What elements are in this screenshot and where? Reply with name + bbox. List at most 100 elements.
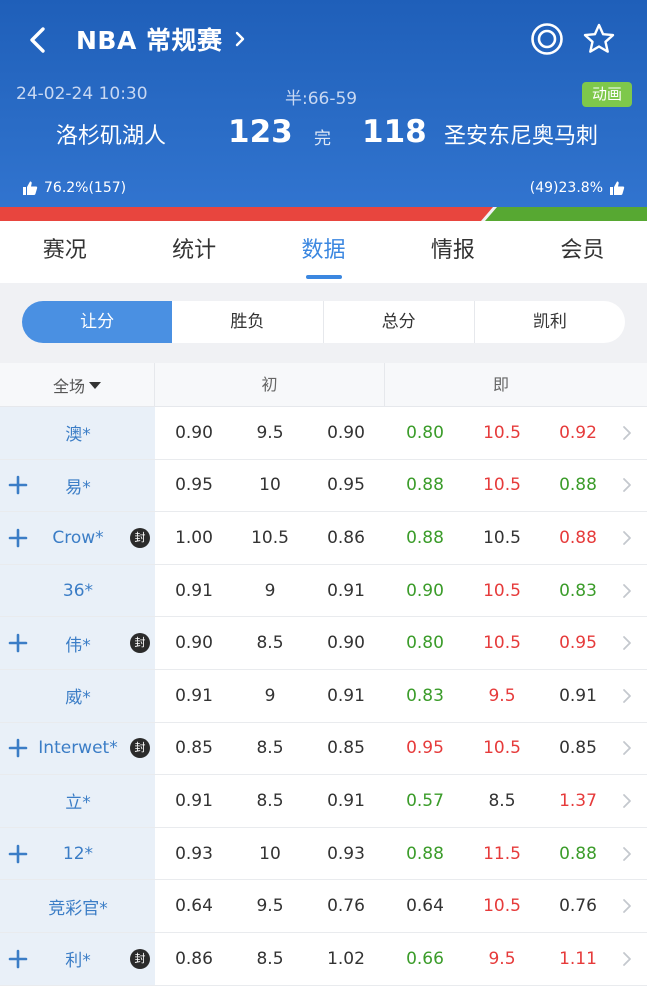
table-row[interactable]: Interwet* 封 0.85 8.5 0.85 0.95 10.5 0.85 <box>0 722 647 776</box>
away-team-name[interactable]: 圣安东尼奥马刺 <box>444 118 598 150</box>
chevron-right-icon <box>623 688 631 703</box>
company-name: 36* <box>62 580 94 601</box>
segment-moneyline[interactable]: 胜负 <box>172 301 324 343</box>
plus-icon[interactable] <box>8 738 28 758</box>
segment-handicap[interactable]: 让分 <box>22 301 173 343</box>
live-odds-3: 0.76 <box>559 896 597 917</box>
initial-odds-1: 0.85 <box>175 738 213 759</box>
company-name: 12* <box>62 843 94 864</box>
initial-odds-3: 0.91 <box>327 580 365 601</box>
live-odds-1: 0.90 <box>406 580 444 601</box>
initial-odds-2: 8.5 <box>256 948 284 969</box>
table-row[interactable]: 36* 0.91 9 0.91 0.90 10.5 0.83 <box>0 564 647 618</box>
chevron-right-icon <box>623 425 631 440</box>
live-odds-3: 0.91 <box>559 685 597 706</box>
live-odds-1: 0.83 <box>406 685 444 706</box>
scope-dropdown[interactable]: 全场 <box>0 363 155 407</box>
chevron-right-icon <box>623 951 631 966</box>
table-row[interactable]: 威* 0.91 9 0.91 0.83 9.5 0.91 <box>0 670 647 723</box>
home-team-name[interactable]: 洛杉矶湖人 <box>56 118 166 150</box>
plus-icon[interactable] <box>8 475 28 495</box>
table-row[interactable]: 12* 0.93 10 0.93 0.88 11.5 0.88 <box>0 827 647 881</box>
live-odds-3: 0.88 <box>559 843 597 864</box>
away-vote-button[interactable]: (49)23.8% <box>530 180 625 196</box>
live-odds-1: 0.95 <box>406 738 444 759</box>
table-row[interactable]: 立* 0.91 8.5 0.91 0.57 8.5 1.37 <box>0 775 647 828</box>
company-name: Crow* <box>52 527 104 548</box>
live-odds-1: 0.66 <box>406 948 444 969</box>
header-live: 即 <box>492 375 509 394</box>
initial-odds-1: 0.90 <box>175 633 213 654</box>
home-vote-text: 76.2%(157) <box>44 180 127 196</box>
live-odds-2: 10.5 <box>483 422 521 443</box>
plus-icon[interactable] <box>8 844 28 864</box>
live-odds-1: 0.88 <box>406 475 444 496</box>
home-vote-button[interactable]: 76.2%(157) <box>22 180 126 196</box>
initial-odds-1: 1.00 <box>175 527 213 548</box>
live-odds-3: 0.83 <box>559 580 597 601</box>
company-name: 威* <box>65 688 91 709</box>
chevron-left-icon <box>30 27 45 53</box>
halftime-score: 半:66-59 <box>285 89 358 109</box>
live-odds-2: 10.5 <box>483 475 521 496</box>
initial-odds-3: 0.76 <box>327 896 365 917</box>
league-title: NBA 常规赛 <box>76 26 223 55</box>
table-row[interactable]: 利* 封 0.86 8.5 1.02 0.66 9.5 1.11 <box>0 933 647 986</box>
table-row[interactable]: 伟* 封 0.90 8.5 0.90 0.80 10.5 0.95 <box>0 617 647 670</box>
plus-icon[interactable] <box>8 949 28 969</box>
chevron-right-icon <box>623 636 631 651</box>
live-odds-3: 0.88 <box>559 475 597 496</box>
tab-match[interactable]: 赛况 <box>0 221 129 283</box>
top-bar: NBA 常规赛 <box>0 0 647 78</box>
table-header: 全场 初 即 <box>0 363 647 407</box>
sealed-badge: 封 <box>130 527 150 548</box>
live-odds-2: 11.5 <box>483 843 521 864</box>
chevron-right-icon <box>623 846 631 861</box>
main-tabs: 赛况 统计 数据 情报 会员 <box>0 221 647 283</box>
initial-odds-2: 10.5 <box>251 527 289 548</box>
league-title-button[interactable]: NBA 常规赛 <box>76 20 249 58</box>
initial-odds-2: 10 <box>259 475 281 496</box>
initial-odds-2: 9.5 <box>256 422 284 443</box>
match-header: NBA 常规赛 24-02-24 10:30 半:66-59 动画 洛杉矶湖人 … <box>0 0 647 207</box>
star-icon[interactable] <box>581 21 617 57</box>
company-name: Interwet* <box>38 738 118 759</box>
table-row[interactable]: Crow* 封 1.00 10.5 0.86 0.88 10.5 0.88 <box>0 512 647 565</box>
plus-icon[interactable] <box>8 528 28 548</box>
away-vote-text: (49)23.8% <box>529 180 603 196</box>
initial-odds-3: 0.85 <box>327 738 365 759</box>
table-row[interactable]: 易* 0.95 10 0.95 0.88 10.5 0.88 <box>0 459 647 513</box>
initial-odds-3: 0.90 <box>327 422 365 443</box>
tab-intel[interactable]: 情报 <box>388 221 517 283</box>
segment-total[interactable]: 总分 <box>324 301 475 343</box>
tab-stats[interactable]: 统计 <box>129 221 258 283</box>
initial-odds-2: 8.5 <box>256 790 284 811</box>
live-odds-1: 0.80 <box>406 633 444 654</box>
initial-odds-2: 8.5 <box>256 633 284 654</box>
initial-odds-1: 0.90 <box>175 422 213 443</box>
table-row[interactable]: 澳* 0.90 9.5 0.90 0.80 10.5 0.92 <box>0 407 647 460</box>
thumb-up-icon <box>23 181 38 195</box>
back-button[interactable] <box>20 22 56 58</box>
initial-odds-1: 0.86 <box>175 948 213 969</box>
animation-button[interactable]: 动画 <box>582 82 632 107</box>
table-row[interactable]: 竞彩官* 0.64 9.5 0.76 0.64 10.5 0.76 <box>0 880 647 933</box>
header-initial: 初 <box>155 363 385 407</box>
tab-data[interactable]: 数据 <box>259 221 388 283</box>
company-name: 易* <box>65 477 91 498</box>
initial-odds-1: 0.93 <box>175 843 213 864</box>
live-odds-2: 9.5 <box>488 685 516 706</box>
home-vote-bar <box>0 207 493 221</box>
odds-table: 全场 初 即 澳* 0.90 9.5 0.90 0.80 10.5 0.92 易* 0.95 10… <box>0 363 647 1000</box>
target-icon[interactable] <box>530 22 564 56</box>
plus-icon[interactable] <box>8 633 28 653</box>
initial-odds-1: 0.64 <box>175 896 213 917</box>
segment-kelly[interactable]: 凯利 <box>475 301 625 343</box>
live-odds-2: 9.5 <box>488 948 516 969</box>
tab-member[interactable]: 会员 <box>518 221 647 283</box>
company-name: 利* <box>65 951 91 972</box>
initial-odds-3: 1.02 <box>327 948 365 969</box>
company-name: 竞彩官* <box>48 898 108 919</box>
initial-odds-3: 0.86 <box>327 527 365 548</box>
initial-odds-3: 0.93 <box>327 843 365 864</box>
